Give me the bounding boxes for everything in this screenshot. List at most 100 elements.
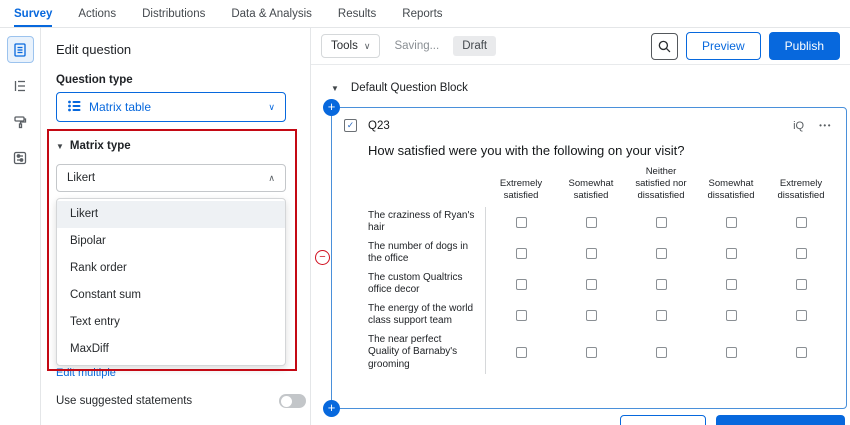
use-suggested-statements-label: Use suggested statements: [56, 395, 192, 407]
statement-label[interactable]: The near perfect Quality of Barnaby's gr…: [368, 331, 486, 375]
chevron-down-icon: ∨: [268, 102, 275, 113]
scale-label: Neither satisfied nor dissatisfied: [626, 166, 696, 202]
tools-label: Tools: [331, 40, 358, 52]
tab-actions[interactable]: Actions: [78, 0, 116, 27]
matrix-type-option-likert[interactable]: Likert: [57, 201, 285, 228]
matrix-row: The craziness of Ryan's hair: [368, 207, 846, 238]
tab-reports[interactable]: Reports: [402, 0, 442, 27]
toolbar-right-group: Preview Publish: [651, 32, 840, 60]
partial-button-solid[interactable]: [716, 415, 845, 425]
partial-button-outline[interactable]: [620, 415, 706, 425]
matrix-checkbox[interactable]: [516, 347, 527, 358]
matrix-checkbox[interactable]: [796, 248, 807, 259]
matrix-type-dropdown: Likert Bipolar Rank order Constant sum T…: [56, 198, 286, 366]
matrix-checkbox[interactable]: [796, 217, 807, 228]
survey-flow-icon[interactable]: [7, 72, 34, 99]
matrix-row: The number of dogs in the office: [368, 238, 846, 269]
add-question-below-button[interactable]: +: [323, 400, 340, 417]
statement-label[interactable]: The craziness of Ryan's hair: [368, 207, 486, 238]
question-text[interactable]: How satisfied were you with the followin…: [368, 143, 832, 158]
matrix-checkbox[interactable]: [726, 310, 737, 321]
matrix-type-option-constant-sum[interactable]: Constant sum: [57, 282, 285, 309]
matrix-checkbox[interactable]: [656, 310, 667, 321]
tools-menu-button[interactable]: Tools ∨: [321, 34, 380, 58]
preview-button[interactable]: Preview: [686, 32, 761, 60]
matrix-type-label: Matrix type: [70, 140, 131, 152]
question-tools: iQ •••: [793, 120, 832, 132]
matrix-checkbox[interactable]: [586, 279, 597, 290]
block-title: Default Question Block: [351, 82, 468, 94]
matrix-checkbox[interactable]: [516, 310, 527, 321]
matrix-checkbox[interactable]: [516, 248, 527, 259]
edit-multiple-link[interactable]: Edit multiple: [56, 367, 116, 379]
matrix-checkbox[interactable]: [656, 217, 667, 228]
matrix-checkbox[interactable]: [586, 248, 597, 259]
matrix-type-section-toggle[interactable]: ▼ Matrix type: [56, 140, 131, 152]
survey-builder-icon[interactable]: [7, 36, 34, 63]
block-header: ▼ Default Question Block: [331, 81, 850, 95]
matrix-checkbox[interactable]: [516, 217, 527, 228]
iq-button[interactable]: iQ: [793, 120, 804, 132]
question-menu-button[interactable]: •••: [819, 121, 832, 130]
matrix-checkbox[interactable]: [726, 347, 737, 358]
remove-question-button[interactable]: −: [315, 250, 330, 265]
matrix-checkbox[interactable]: [656, 279, 667, 290]
publish-button[interactable]: Publish: [769, 32, 840, 60]
tab-data-analysis[interactable]: Data & Analysis: [231, 0, 312, 27]
tab-distributions[interactable]: Distributions: [142, 0, 205, 27]
question-select-checkbox[interactable]: ✓: [344, 119, 357, 132]
matrix-checkbox[interactable]: [656, 248, 667, 259]
matrix-checkbox[interactable]: [586, 347, 597, 358]
editor-toolbar: Tools ∨ Saving... Draft Preview Publish: [311, 28, 850, 65]
statement-label[interactable]: The custom Qualtrics office decor: [368, 269, 486, 300]
matrix-checkbox[interactable]: [796, 347, 807, 358]
edit-question-panel: Edit question Question type Matrix table…: [41, 28, 311, 425]
question-id: Q23: [368, 120, 390, 132]
matrix-checkbox[interactable]: [656, 347, 667, 358]
saving-status: Saving...: [394, 40, 439, 52]
tab-survey[interactable]: Survey: [14, 0, 52, 27]
matrix-table-icon: [67, 99, 81, 116]
matrix-type-option-maxdiff[interactable]: MaxDiff: [57, 336, 285, 363]
panel-title: Edit question: [56, 42, 131, 57]
block-area: ▼ Default Question Block + + − ✓ Q23 iQ …: [311, 65, 850, 409]
matrix-checkbox[interactable]: [726, 217, 737, 228]
matrix-type-select[interactable]: Likert ∧: [56, 164, 286, 192]
matrix-checkbox[interactable]: [726, 279, 737, 290]
question-type-label: Question type: [56, 74, 133, 86]
survey-options-icon[interactable]: [7, 144, 34, 171]
matrix-checkbox[interactable]: [586, 310, 597, 321]
matrix-checkbox[interactable]: [586, 217, 597, 228]
matrix-row: The energy of the world class support te…: [368, 300, 846, 331]
scale-label: Extremely satisfied: [486, 178, 556, 202]
use-suggested-statements-toggle[interactable]: [279, 394, 306, 408]
matrix-checkbox[interactable]: [726, 248, 737, 259]
matrix-row: The custom Qualtrics office decor: [368, 269, 846, 300]
top-nav: Survey Actions Distributions Data & Anal…: [0, 0, 850, 28]
icon-rail: [0, 28, 41, 425]
matrix-scale-header: Extremely satisfied Somewhat satisfied N…: [368, 166, 846, 207]
question-type-select[interactable]: Matrix table ∨: [56, 92, 286, 122]
matrix-checkbox[interactable]: [796, 279, 807, 290]
matrix-type-option-rank-order[interactable]: Rank order: [57, 255, 285, 282]
search-button[interactable]: [651, 33, 678, 60]
statement-label[interactable]: The energy of the world class support te…: [368, 300, 486, 331]
matrix-type-option-bipolar[interactable]: Bipolar: [57, 228, 285, 255]
matrix-checkbox[interactable]: [796, 310, 807, 321]
add-question-above-button[interactable]: +: [323, 99, 340, 116]
scale-label: Somewhat satisfied: [556, 178, 626, 202]
block-collapse-caret[interactable]: ▼: [331, 84, 339, 93]
tab-results[interactable]: Results: [338, 0, 376, 27]
matrix-type-option-text-entry[interactable]: Text entry: [57, 309, 285, 336]
matrix-checkbox[interactable]: [516, 279, 527, 290]
magnifier-icon: [657, 39, 672, 54]
statement-label[interactable]: The number of dogs in the office: [368, 238, 486, 269]
look-and-feel-icon[interactable]: [7, 108, 34, 135]
question-card[interactable]: + + − ✓ Q23 iQ ••• How satisfied were yo…: [331, 107, 847, 409]
chevron-down-icon: ∨: [364, 41, 371, 52]
qualtrics-survey-editor: Survey Actions Distributions Data & Anal…: [0, 0, 850, 425]
survey-canvas: Tools ∨ Saving... Draft Preview Publish …: [311, 28, 850, 425]
scale-label: Somewhat dissatisfied: [696, 178, 766, 202]
question-header: ✓ Q23 iQ •••: [332, 108, 846, 132]
question-type-value: Matrix table: [89, 100, 151, 114]
